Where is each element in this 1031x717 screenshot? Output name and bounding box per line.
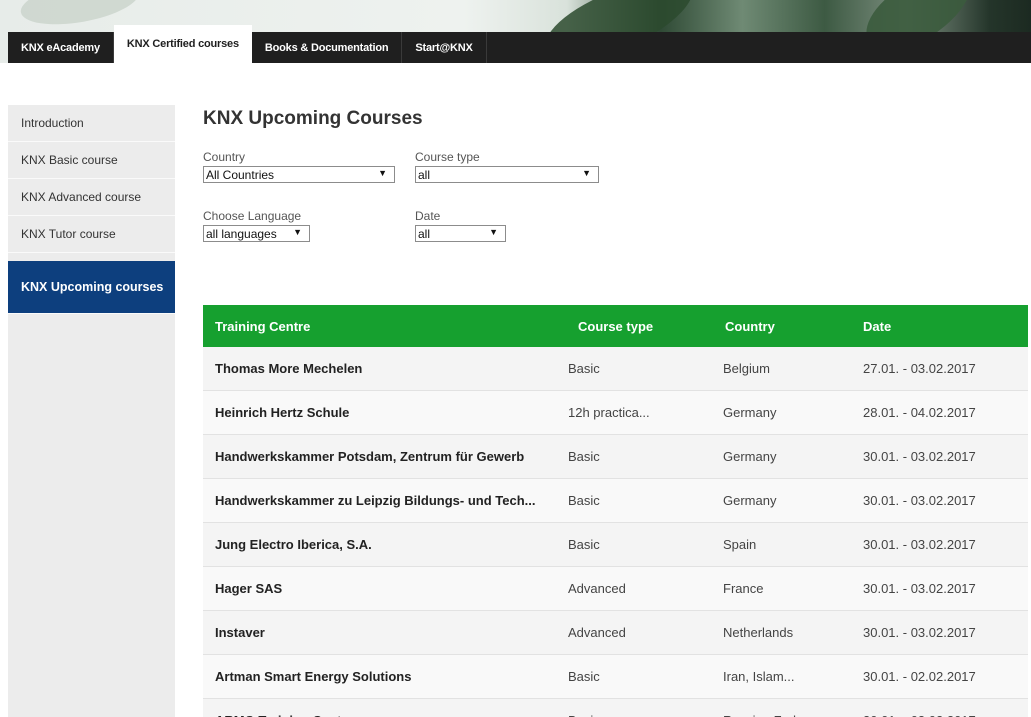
date-filter-label: Date <box>415 209 441 223</box>
date-cell: 27.01. - 03.02.2017 <box>863 361 976 376</box>
training-centre-cell: Hager SAS <box>215 581 283 596</box>
column-header-course-type[interactable]: Course type <box>566 305 713 347</box>
table-row[interactable]: Hager SAS Advanced France 30.01. - 03.02.20… <box>203 567 1028 611</box>
country-cell: Spain <box>723 537 757 552</box>
language-filter-label: Choose Language <box>203 209 302 223</box>
course-type-cell: Basic <box>568 493 600 508</box>
table-row[interactable]: Handwerkskammer zu Leipzig Bildungs- und… <box>203 479 1028 523</box>
courses-table: Training Centre Course type Country Date… <box>203 305 1028 717</box>
language-select[interactable]: all languages ▼ <box>203 225 310 242</box>
course-type-filter-label: Course type <box>415 150 480 164</box>
country-cell: Germany <box>723 405 777 420</box>
course-type-select-value: all <box>418 167 431 182</box>
date-cell: 28.01. - 04.02.2017 <box>863 405 976 420</box>
course-type-cell: Basic <box>568 537 600 552</box>
date-cell: 30.01. - 03.02.2017 <box>863 537 976 552</box>
tab-start-knx[interactable]: Start@KNX <box>402 32 487 63</box>
country-cell: Netherlands <box>723 625 794 640</box>
table-row[interactable]: Heinrich Hertz Schule 12h practica... Germ… <box>203 391 1028 435</box>
training-centre-cell: Handwerkskammer Potsdam, Zentrum für Gew… <box>215 449 525 464</box>
country-cell: Germany <box>723 449 777 464</box>
tab-knx-eacademy[interactable]: KNX eAcademy <box>8 32 114 63</box>
training-centre-cell: Thomas More Mechelen <box>215 361 363 376</box>
sidebar-item-advanced-course[interactable]: KNX Advanced course <box>8 179 175 216</box>
date-cell: 30.01. - 02.02.2017 <box>863 669 976 684</box>
table-row[interactable]: ARMO Training CenterBasicRussian Fed...3… <box>203 699 1028 717</box>
dropdown-arrow-icon: ▼ <box>582 168 591 178</box>
training-centre-cell: ARMO Training Center <box>203 699 566 717</box>
course-type-cell: Basic <box>568 449 600 464</box>
table-row[interactable]: Handwerkskammer Potsdam, Zentrum für Gew… <box>203 435 1028 479</box>
country-cell: Russian Fed... <box>713 699 851 717</box>
language-filter: Choose Language all languages ▼ <box>203 209 310 242</box>
training-centre-cell: Handwerkskammer zu Leipzig Bildungs- und… <box>215 493 536 508</box>
course-type-filter: Course type all ▼ <box>415 150 599 183</box>
column-header-date[interactable]: Date <box>851 305 1028 347</box>
table-row[interactable]: Instaver Advanced Netherlands 30.01. - 03.0… <box>203 611 1028 655</box>
country-filter-label: Country <box>203 150 246 164</box>
country-cell: Germany <box>723 493 777 508</box>
course-type-select[interactable]: all ▼ <box>415 166 599 183</box>
dropdown-arrow-icon: ▼ <box>293 227 302 237</box>
country-cell: Belgium <box>723 361 770 376</box>
course-type-cell: Basic <box>568 361 600 376</box>
date-filter: Date all ▼ <box>415 209 506 242</box>
sidebar-item-tutor-course[interactable]: KNX Tutor course <box>8 216 175 253</box>
course-type-cell: Advanced <box>568 625 626 640</box>
sidebar-item-basic-course[interactable]: KNX Basic course <box>8 142 175 179</box>
country-filter: Country All Countries ▼ <box>203 150 395 183</box>
table-row[interactable]: Thomas More Mechelen Basic Belgium 27.01. -… <box>203 347 1028 391</box>
course-type-cell: 12h practica... <box>568 405 650 420</box>
course-type-cell: Advanced <box>568 581 626 596</box>
tab-knx-certified-courses[interactable]: KNX Certified courses <box>113 25 252 63</box>
language-select-value: all languages <box>206 226 277 241</box>
country-select[interactable]: All Countries ▼ <box>203 166 395 183</box>
sidebar: Introduction KNX Basic course KNX Advanc… <box>8 105 175 717</box>
training-centre-cell: Heinrich Hertz Schule <box>215 405 350 420</box>
training-centre-cell: Instaver <box>215 625 265 640</box>
date-cell: 30.01. - 03.02.2017 <box>863 625 976 640</box>
course-type-cell: Basic <box>566 699 713 717</box>
country-cell: France <box>723 581 764 596</box>
date-cell: 30.01. - 03.02.2017 <box>851 699 1028 717</box>
country-select-value: All Countries <box>206 167 275 182</box>
tab-books-documentation[interactable]: Books & Documentation <box>252 32 403 63</box>
dropdown-arrow-icon: ▼ <box>378 168 387 178</box>
table-body: Thomas More Mechelen Basic Belgium 27.01. -… <box>203 347 1028 717</box>
date-select[interactable]: all ▼ <box>415 225 506 242</box>
sidebar-item-upcoming-courses[interactable]: KNX Upcoming courses <box>8 261 175 314</box>
date-select-value: all <box>418 226 431 241</box>
training-centre-cell: Jung Electro Iberica, S.A. <box>215 537 372 552</box>
country-cell: Iran, Islam... <box>723 669 795 684</box>
table-row[interactable]: Jung Electro Iberica, S.A. Basic Spain 30.0… <box>203 523 1028 567</box>
date-cell: 30.01. - 03.02.2017 <box>863 449 976 464</box>
table-row[interactable]: Artman Smart Energy Solutions Basic Iran, … <box>203 655 1028 699</box>
date-cell: 30.01. - 03.02.2017 <box>863 581 976 596</box>
sidebar-item-introduction[interactable]: Introduction <box>8 105 175 142</box>
column-header-country[interactable]: Country <box>713 305 851 347</box>
page-title: KNX Upcoming Courses <box>203 108 423 129</box>
top-nav: KNX eAcademy KNX Certified courses Books… <box>8 25 1031 63</box>
date-cell: 30.01. - 03.02.2017 <box>863 493 976 508</box>
training-centre-cell: Artman Smart Energy Solutions <box>215 669 412 684</box>
course-type-cell: Basic <box>568 669 600 684</box>
table-header: Training Centre Course type Country Date <box>203 305 1028 347</box>
column-header-training-centre[interactable]: Training Centre <box>203 305 566 347</box>
dropdown-arrow-icon: ▼ <box>489 227 498 237</box>
